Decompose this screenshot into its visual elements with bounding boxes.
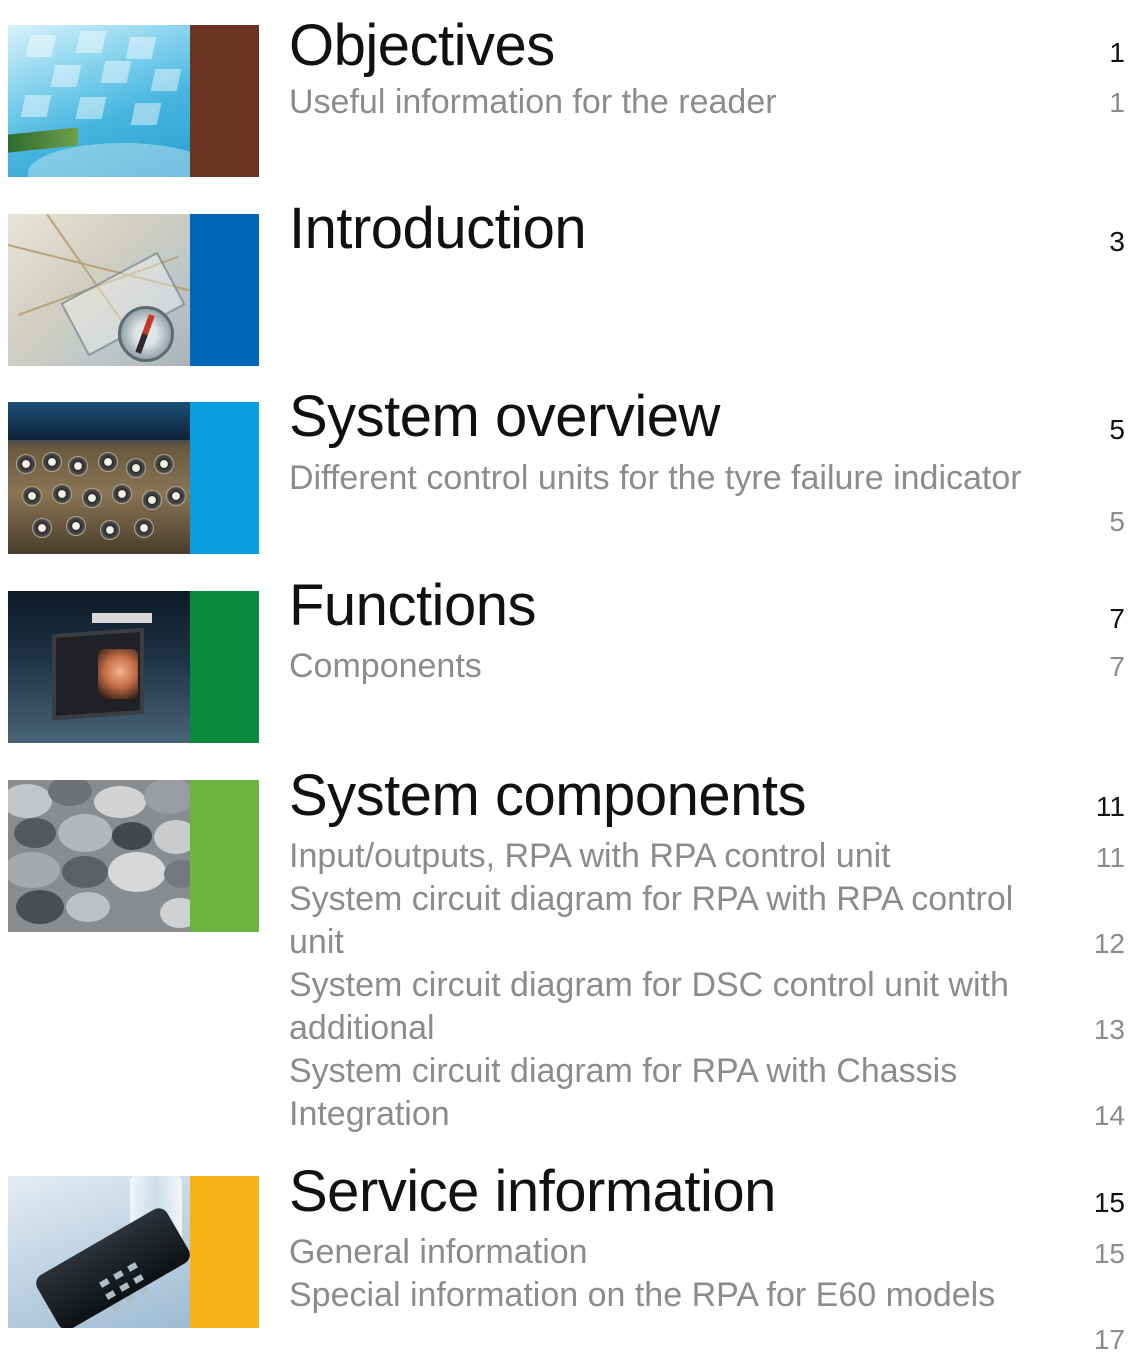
toc-entry[interactable]: General information — [289, 1231, 1059, 1274]
toc-entry[interactable]: Useful information for the reader — [289, 81, 1059, 124]
toc-entry-page: 1 — [1109, 87, 1125, 118]
section-page-system-components: 11 — [1095, 791, 1125, 822]
objectives-color-bar — [190, 25, 259, 177]
toc-entry[interactable]: Components — [289, 645, 1059, 688]
section-title-system-overview[interactable]: System overview — [289, 386, 720, 448]
system-overview-color-bar — [190, 402, 259, 554]
toc-entry[interactable]: System circuit diagram for RPA with Chas… — [289, 1050, 1059, 1136]
section-page-introduction: 3 — [1109, 226, 1125, 257]
toc-entry-page: 13 — [1093, 1014, 1125, 1045]
section-title-functions[interactable]: Functions — [289, 575, 536, 637]
service-information-color-bar — [190, 1176, 259, 1328]
section-title-system-components[interactable]: System components — [289, 765, 806, 827]
introduction-color-bar — [190, 214, 259, 366]
section-title-service-information[interactable]: Service information — [289, 1161, 776, 1223]
toc-entry[interactable]: Input/outputs, RPA with RPA control unit — [289, 835, 1059, 878]
introduction-thumbnail — [8, 214, 190, 366]
toc-entry-page: 17 — [1093, 1324, 1125, 1354]
toc-entry-page: 7 — [1109, 651, 1125, 682]
section-page-system-overview: 5 — [1109, 414, 1125, 445]
service-information-thumbnail — [8, 1176, 190, 1328]
toc-entry-page: 5 — [1109, 506, 1125, 537]
toc-entry[interactable]: Different control units for the tyre fai… — [289, 457, 1059, 500]
section-title-introduction[interactable]: Introduction — [289, 198, 587, 260]
section-page-functions: 7 — [1109, 603, 1125, 634]
system-overview-thumbnail — [8, 402, 190, 554]
system-components-thumbnail — [8, 780, 190, 932]
objectives-thumbnail — [8, 25, 190, 177]
functions-color-bar — [190, 591, 259, 743]
toc-entry-page: 12 — [1093, 928, 1125, 959]
section-title-objectives[interactable]: Objectives — [289, 15, 555, 77]
toc-entry[interactable]: Special information on the RPA for E60 m… — [289, 1274, 1059, 1317]
toc-entry[interactable]: System circuit diagram for DSC control u… — [289, 964, 1059, 1050]
toc-entry-page: 11 — [1095, 842, 1125, 873]
section-page-service-information: 15 — [1093, 1187, 1125, 1218]
functions-thumbnail — [8, 591, 190, 743]
system-components-color-bar — [190, 780, 259, 932]
toc-entry[interactable]: System circuit diagram for RPA with RPA … — [289, 878, 1059, 964]
section-page-objectives: 1 — [1109, 37, 1125, 68]
toc-entry-page: 14 — [1093, 1100, 1125, 1131]
toc-entry-page: 15 — [1093, 1238, 1125, 1269]
